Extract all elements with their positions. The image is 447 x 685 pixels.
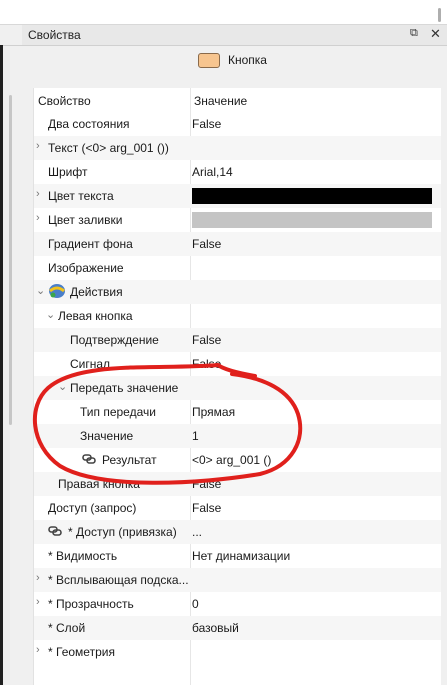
property-name: * Всплывающая подска... bbox=[48, 573, 189, 587]
property-name: Правая кнопка bbox=[58, 477, 140, 491]
panel-title: Свойства bbox=[28, 28, 81, 42]
property-name: Подтверждение bbox=[70, 333, 159, 347]
expand-arrow-icon[interactable]: › bbox=[36, 572, 40, 584]
collapse-arrow-icon[interactable]: ⌄ bbox=[36, 284, 45, 297]
header-property[interactable]: Свойство bbox=[38, 94, 91, 108]
property-value[interactable]: Нет динамизации bbox=[192, 549, 290, 563]
property-value[interactable]: False bbox=[192, 357, 221, 371]
widget-name: Кнопка bbox=[228, 53, 267, 67]
table-row[interactable]: Значение 1 bbox=[34, 424, 441, 448]
top-scrollbar[interactable] bbox=[438, 8, 441, 22]
property-name: * Прозрачность bbox=[48, 597, 134, 611]
property-name: Результат bbox=[102, 453, 157, 467]
left-scrollbar[interactable] bbox=[9, 95, 12, 425]
close-icon[interactable]: ✕ bbox=[430, 26, 441, 42]
expand-arrow-icon[interactable]: › bbox=[36, 596, 40, 608]
widget-header: Кнопка bbox=[198, 51, 267, 69]
property-value[interactable]: ... bbox=[192, 525, 202, 539]
table-row[interactable]: * Доступ (привязка) ... bbox=[34, 520, 441, 544]
property-value[interactable]: 0 bbox=[192, 597, 199, 611]
header-value[interactable]: Значение bbox=[194, 94, 247, 108]
property-name: Изображение bbox=[48, 261, 124, 275]
property-value[interactable]: базовый bbox=[192, 621, 239, 635]
table-row[interactable]: › Текст (<0> arg_001 ()) bbox=[34, 136, 441, 160]
table-row[interactable]: Результат <0> arg_001 () bbox=[34, 448, 441, 472]
property-value[interactable]: False bbox=[192, 333, 221, 347]
link-icon bbox=[82, 454, 96, 464]
property-name: Текст (<0> arg_001 ()) bbox=[48, 141, 169, 155]
top-strip bbox=[0, 0, 447, 24]
link-icon bbox=[48, 526, 62, 536]
property-name: Левая кнопка bbox=[58, 309, 133, 323]
expand-arrow-icon[interactable]: › bbox=[36, 140, 40, 152]
property-name: Тип передачи bbox=[80, 405, 156, 419]
property-name: Передать значение bbox=[70, 381, 179, 395]
table-row[interactable]: Доступ (запрос) False bbox=[34, 496, 441, 520]
property-name: Сигнал bbox=[70, 357, 111, 371]
table-row[interactable]: Правая кнопка False bbox=[34, 472, 441, 496]
expand-arrow-icon[interactable]: › bbox=[36, 212, 40, 224]
property-name: Шрифт bbox=[48, 165, 88, 179]
table-row[interactable]: Градиент фона False bbox=[34, 232, 441, 256]
property-value[interactable]: <0> arg_001 () bbox=[192, 453, 271, 467]
table-row[interactable]: › * Всплывающая подска... bbox=[34, 568, 441, 592]
property-name: Значение bbox=[80, 429, 134, 443]
table-row[interactable]: Сигнал False bbox=[34, 352, 441, 376]
table-row[interactable]: * Слой базовый bbox=[34, 616, 441, 640]
table-row[interactable]: Подтверждение False bbox=[34, 328, 441, 352]
property-name: Цвет заливки bbox=[48, 213, 123, 227]
expand-arrow-icon[interactable]: › bbox=[36, 188, 40, 200]
property-name: Доступ (запрос) bbox=[48, 501, 137, 515]
property-value[interactable]: False bbox=[192, 117, 221, 131]
property-name: Два состояния bbox=[48, 117, 130, 131]
property-value[interactable]: False bbox=[192, 237, 221, 251]
property-name: * Слой bbox=[48, 621, 86, 635]
table-row[interactable]: Тип передачи Прямая bbox=[34, 400, 441, 424]
expand-arrow-icon[interactable]: › bbox=[36, 644, 40, 656]
table-row[interactable]: ⌄ Передать значение bbox=[34, 376, 441, 400]
text-color-bar[interactable] bbox=[192, 188, 432, 204]
table-row[interactable]: › Цвет текста bbox=[34, 184, 441, 208]
property-name: * Доступ (привязка) bbox=[68, 525, 177, 539]
table-row[interactable]: ⌄ Действия bbox=[34, 280, 441, 304]
property-value[interactable]: Arial,14 bbox=[192, 165, 233, 179]
table-row[interactable]: ⌄ Левая кнопка bbox=[34, 304, 441, 328]
float-window-icon[interactable]: ⧉ bbox=[410, 27, 418, 40]
actions-icon bbox=[49, 284, 65, 298]
table-header: Свойство Значение bbox=[34, 88, 441, 112]
table-row[interactable]: › * Геометрия bbox=[34, 640, 441, 664]
collapse-arrow-icon[interactable]: ⌄ bbox=[58, 380, 67, 393]
table-row[interactable]: › Цвет заливки bbox=[34, 208, 441, 232]
property-value[interactable]: False bbox=[192, 477, 221, 491]
property-name: Градиент фона bbox=[48, 237, 133, 251]
collapse-arrow-icon[interactable]: ⌄ bbox=[46, 308, 55, 321]
property-value[interactable]: Прямая bbox=[192, 405, 235, 419]
table-row[interactable]: Шрифт Arial,14 bbox=[34, 160, 441, 184]
property-table: Свойство Значение Два состояния False › … bbox=[33, 88, 441, 685]
panel-header: Свойства ⧉ ✕ bbox=[0, 24, 447, 46]
property-name: Действия bbox=[70, 285, 123, 299]
left-edge bbox=[0, 45, 3, 685]
property-name: Цвет текста bbox=[48, 189, 114, 203]
widget-color-swatch bbox=[198, 52, 220, 68]
table-row[interactable]: * Видимость Нет динамизации bbox=[34, 544, 441, 568]
table-row[interactable]: Два состояния False bbox=[34, 112, 441, 136]
property-name: * Видимость bbox=[48, 549, 118, 563]
table-row[interactable]: › * Прозрачность 0 bbox=[34, 592, 441, 616]
fill-color-bar[interactable] bbox=[192, 212, 432, 228]
panel-header-gap bbox=[0, 25, 22, 45]
property-value[interactable]: False bbox=[192, 501, 221, 515]
property-name: * Геометрия bbox=[48, 645, 115, 659]
property-value[interactable]: 1 bbox=[192, 429, 199, 443]
table-row[interactable]: Изображение bbox=[34, 256, 441, 280]
